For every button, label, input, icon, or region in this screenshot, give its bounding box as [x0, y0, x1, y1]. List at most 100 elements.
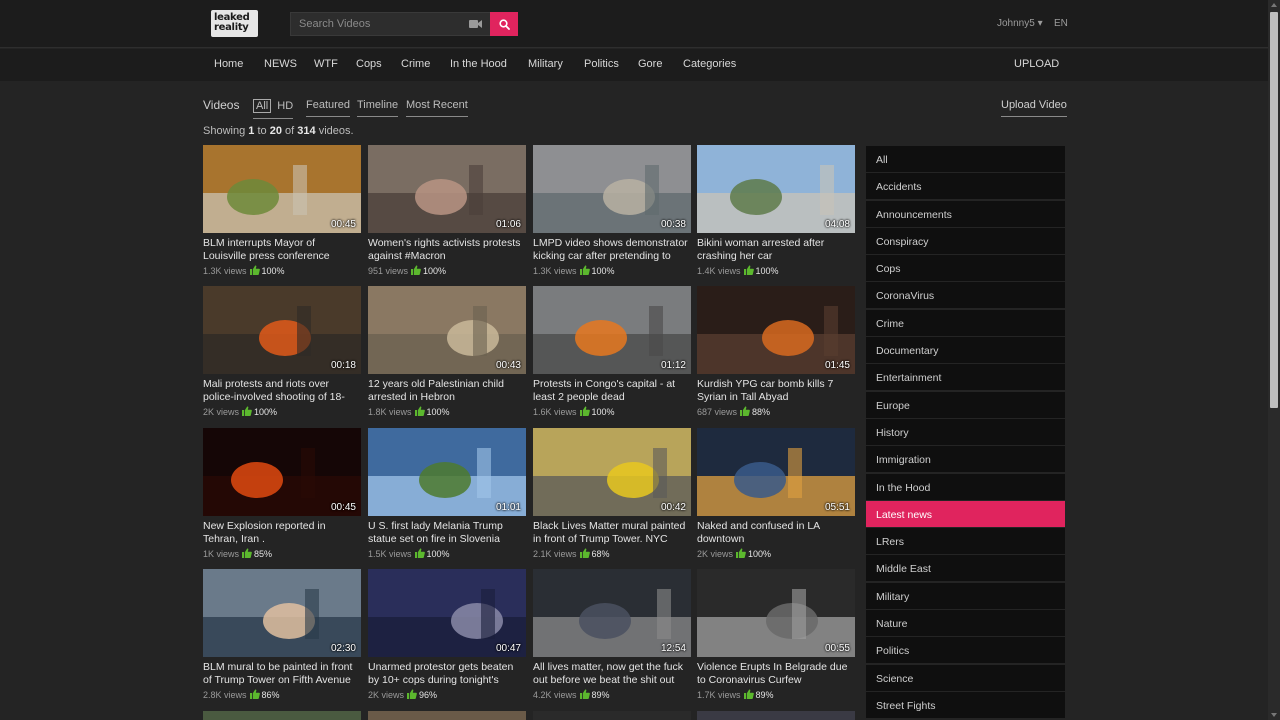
video-thumbnail[interactable]: 04:08 — [697, 145, 855, 233]
category-item-history[interactable]: History — [866, 418, 1065, 445]
category-item-street-fights[interactable]: Street Fights — [866, 691, 1065, 718]
video-title[interactable]: LMPD video shows demonstrator kicking ca… — [533, 237, 691, 263]
filter-most-recent[interactable]: Most Recent — [406, 99, 468, 117]
nav-item-gore[interactable]: Gore — [638, 58, 662, 70]
nav-item-wtf[interactable]: WTF — [314, 58, 338, 70]
page-scrollbar[interactable] — [1268, 0, 1280, 720]
next-row-thumb[interactable] — [203, 711, 361, 720]
video-card[interactable]: 00:47 Unarmed protestor gets beaten by 10… — [368, 569, 526, 700]
category-item-announcements[interactable]: Announcements — [866, 200, 1065, 227]
filter-all[interactable]: All — [253, 99, 272, 113]
nav-item-categories[interactable]: Categories — [683, 58, 736, 70]
video-title[interactable]: Violence Erupts In Belgrade due to Coron… — [697, 661, 855, 687]
video-title[interactable]: All lives matter, now get the fuck out b… — [533, 661, 691, 687]
nav-item-politics[interactable]: Politics — [584, 58, 619, 70]
category-item-conspiracy[interactable]: Conspiracy — [866, 227, 1065, 254]
category-item-coronavirus[interactable]: CoronaVirus — [866, 282, 1065, 309]
category-item-military[interactable]: Military — [866, 582, 1065, 609]
video-card[interactable]: 00:45 New Explosion reported in Tehran, I… — [203, 428, 361, 559]
video-thumbnail[interactable]: 00:42 — [533, 428, 691, 516]
nav-item-crime[interactable]: Crime — [401, 58, 430, 70]
video-thumbnail[interactable]: 00:45 — [203, 428, 361, 516]
next-row-thumb[interactable] — [697, 711, 855, 720]
video-card[interactable]: 00:38 LMPD video shows demonstrator kicki… — [533, 145, 691, 276]
category-item-latest-news[interactable]: Latest news — [866, 500, 1065, 527]
category-item-science[interactable]: Science — [866, 664, 1065, 691]
category-item-politics[interactable]: Politics — [866, 637, 1065, 664]
video-title[interactable]: BLM interrupts Mayor of Louisville press… — [203, 237, 361, 263]
video-camera-icon[interactable] — [469, 19, 483, 29]
upload-video-button[interactable]: Upload Video — [1001, 99, 1067, 117]
site-logo[interactable]: leaked reality — [211, 10, 258, 37]
video-title[interactable]: Naked and confused in LA downtown — [697, 520, 855, 546]
category-item-europe[interactable]: Europe — [866, 391, 1065, 418]
category-item-lrers[interactable]: LRers — [866, 528, 1065, 555]
video-thumbnail[interactable]: 02:30 — [203, 569, 361, 657]
video-thumbnail[interactable]: 12:54 — [533, 569, 691, 657]
video-title[interactable]: Bikini woman arrested after crashing her… — [697, 237, 855, 263]
video-card[interactable]: 01:45 Kurdish YPG car bomb kills 7 Syrian… — [697, 286, 855, 417]
category-item-middle-east[interactable]: Middle East — [866, 555, 1065, 582]
next-row-thumb[interactable] — [533, 711, 691, 720]
video-thumbnail[interactable]: 01:01 — [368, 428, 526, 516]
next-row-thumb[interactable] — [368, 711, 526, 720]
video-title[interactable]: Women's rights activists protests agains… — [368, 237, 526, 263]
video-thumbnail[interactable]: 00:43 — [368, 286, 526, 374]
nav-item-home[interactable]: Home — [214, 58, 243, 70]
video-title[interactable]: Kurdish YPG car bomb kills 7 Syrian in T… — [697, 378, 855, 404]
filter-timeline[interactable]: Timeline — [357, 99, 399, 117]
scroll-up-arrow-icon[interactable] — [1271, 3, 1277, 7]
filter-featured[interactable]: Featured — [306, 99, 351, 117]
category-item-cops[interactable]: Cops — [866, 255, 1065, 282]
video-title[interactable]: Mali protests and riots over police-invo… — [203, 378, 361, 404]
nav-item-military[interactable]: Military — [528, 58, 563, 70]
nav-item-in-the-hood[interactable]: In the Hood — [450, 58, 507, 70]
video-thumbnail[interactable]: 00:45 — [203, 145, 361, 233]
video-title[interactable]: Black Lives Matter mural painted in fron… — [533, 520, 691, 546]
filter-hd[interactable]: HD — [277, 100, 293, 112]
video-title[interactable]: 12 years old Palestinian child arrested … — [368, 378, 526, 404]
user-menu[interactable]: Johnny5 ▾ — [997, 18, 1043, 29]
video-card[interactable]: 12:54 All lives matter, now get the fuck … — [533, 569, 691, 700]
category-item-in-the-hood[interactable]: In the Hood — [866, 473, 1065, 500]
video-title[interactable]: Protests in Congo's capital - at least 2… — [533, 378, 691, 404]
video-card[interactable]: 04:08 Bikini woman arrested after crashin… — [697, 145, 855, 276]
video-card[interactable]: 00:55 Violence Erupts In Belgrade due to … — [697, 569, 855, 700]
scroll-down-arrow-icon[interactable] — [1271, 713, 1277, 717]
category-item-nature[interactable]: Nature — [866, 610, 1065, 637]
video-title[interactable]: Unarmed protestor gets beaten by 10+ cop… — [368, 661, 526, 687]
category-item-accidents[interactable]: Accidents — [866, 173, 1065, 200]
category-item-crime[interactable]: Crime — [866, 309, 1065, 336]
video-title[interactable]: BLM mural to be painted in front of Trum… — [203, 661, 361, 687]
upload-nav-link[interactable]: UPLOAD — [1014, 58, 1059, 70]
video-title[interactable]: New Explosion reported in Tehran, Iran . — [203, 520, 361, 546]
nav-item-news[interactable]: NEWS — [264, 58, 297, 70]
video-thumbnail[interactable]: 00:18 — [203, 286, 361, 374]
video-thumbnail[interactable]: 00:38 — [533, 145, 691, 233]
video-thumbnail[interactable]: 05:51 — [697, 428, 855, 516]
video-card[interactable]: 00:45 BLM interrupts Mayor of Louisville … — [203, 145, 361, 276]
video-card[interactable]: 00:43 12 years old Palestinian child arre… — [368, 286, 526, 417]
category-item-all[interactable]: All — [866, 146, 1065, 172]
video-thumbnail[interactable]: 01:45 — [697, 286, 855, 374]
video-card[interactable]: 05:51 Naked and confused in LA downtown 2K… — [697, 428, 855, 559]
video-card[interactable]: 01:01 U S. first lady Melania Trump statu… — [368, 428, 526, 559]
search-input[interactable] — [291, 13, 461, 35]
category-item-immigration[interactable]: Immigration — [866, 446, 1065, 473]
nav-item-cops[interactable]: Cops — [356, 58, 382, 70]
video-thumbnail[interactable]: 01:12 — [533, 286, 691, 374]
video-card[interactable]: 01:06 Women's rights activists protests a… — [368, 145, 526, 276]
category-item-entertainment[interactable]: Entertainment — [866, 364, 1065, 391]
video-card[interactable]: 00:42 Black Lives Matter mural painted in… — [533, 428, 691, 559]
video-card[interactable]: 00:18 Mali protests and riots over police… — [203, 286, 361, 417]
video-thumbnail[interactable]: 00:47 — [368, 569, 526, 657]
video-title[interactable]: U S. first lady Melania Trump statue set… — [368, 520, 526, 546]
category-item-documentary[interactable]: Documentary — [866, 337, 1065, 364]
video-thumbnail[interactable]: 01:06 — [368, 145, 526, 233]
video-thumbnail[interactable]: 00:55 — [697, 569, 855, 657]
scrollbar-thumb[interactable] — [1270, 12, 1278, 408]
search-button[interactable] — [490, 12, 518, 36]
video-card[interactable]: 01:12 Protests in Congo's capital - at le… — [533, 286, 691, 417]
language-selector[interactable]: EN — [1054, 18, 1068, 29]
video-card[interactable]: 02:30 BLM mural to be painted in front of… — [203, 569, 361, 700]
